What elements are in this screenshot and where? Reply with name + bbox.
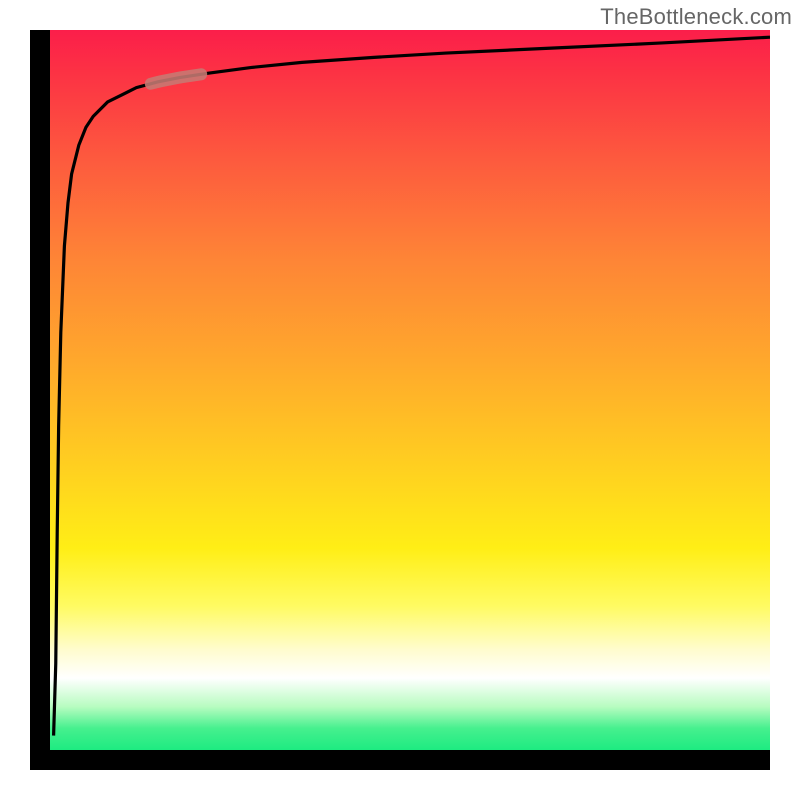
chart-svg — [50, 30, 770, 750]
watermark-text: TheBottleneck.com — [600, 4, 792, 30]
chart-container: TheBottleneck.com — [0, 0, 800, 800]
bottleneck-curve-line — [54, 37, 770, 735]
chart-plot-area — [50, 30, 770, 750]
curve-highlight-segment — [151, 74, 201, 83]
